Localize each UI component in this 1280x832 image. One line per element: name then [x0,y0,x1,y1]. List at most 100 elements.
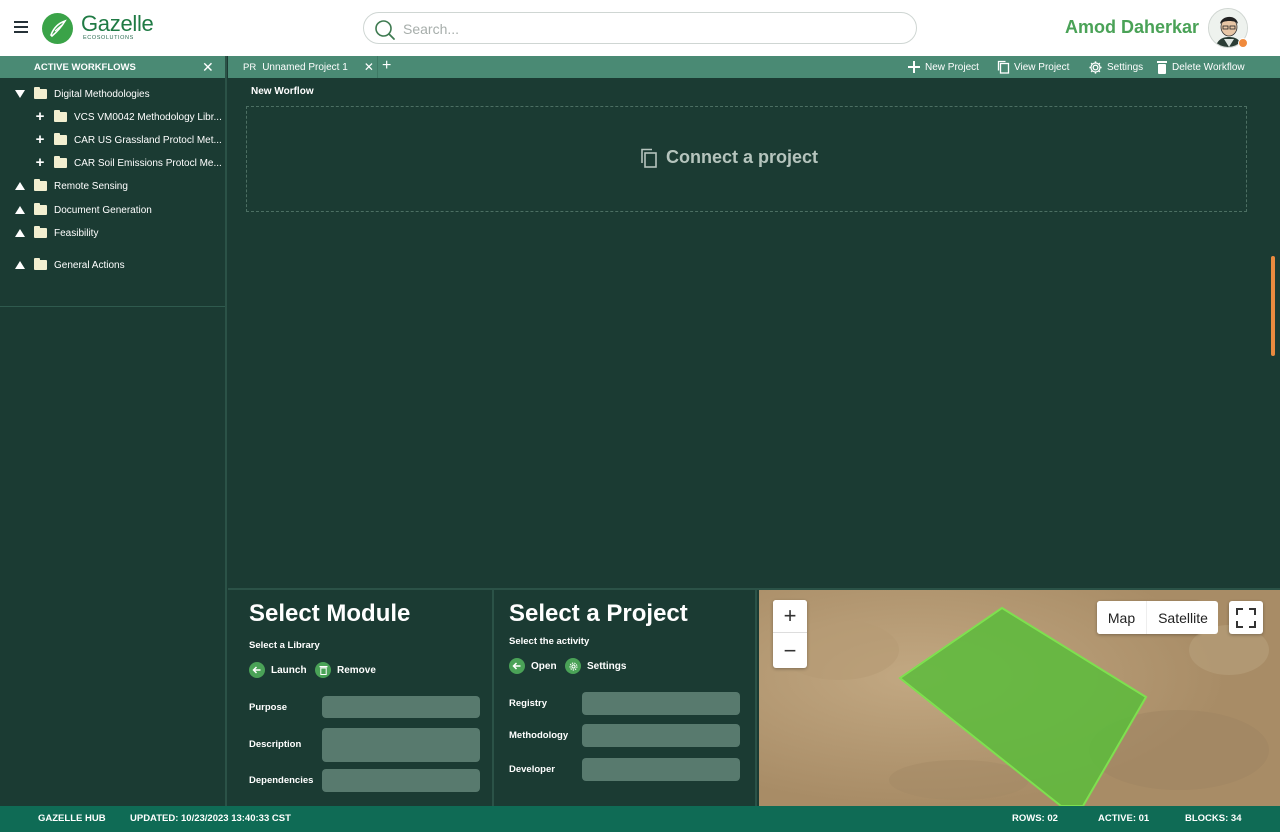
zoom-out-button[interactable]: − [773,634,807,667]
delete-workflow-button[interactable]: Delete Workflow [1156,56,1245,78]
launch-label: Launch [271,664,307,676]
sidebar-header: ACTIVE WORKFLOWS ✕ [0,56,225,78]
copy-icon [641,148,657,168]
project-panel-subtitle: Select the activity [509,636,590,647]
map-type-map-button[interactable]: Map [1097,601,1147,634]
project-panel-title: Select a Project [509,600,688,627]
purpose-field[interactable] [322,696,480,718]
workflow-title: New Worflow [251,86,314,97]
select-project-panel: Select a Project Select the activity Ope… [496,590,757,806]
open-label: Open [531,660,557,672]
satellite-map[interactable]: + − Map Satellite [759,590,1280,806]
new-project-label: New Project [925,61,979,73]
folder-icon [34,87,47,99]
registry-label: Registry [509,698,548,709]
caret-down-icon[interactable] [15,90,25,98]
folder-icon [34,203,47,215]
plus-icon[interactable]: + [35,155,45,170]
sidebar-title: ACTIVE WORKFLOWS [34,62,136,73]
open-button[interactable]: Open [509,658,557,674]
plus-icon[interactable]: + [35,132,45,147]
fullscreen-button[interactable] [1229,601,1263,634]
caret-up-icon[interactable] [15,229,25,237]
methodology-label: Methodology [509,730,569,741]
project-settings-button[interactable]: Settings [565,658,626,674]
trash-icon [1157,61,1167,74]
delete-workflow-label: Delete Workflow [1172,61,1245,73]
sidebar-item-feasibility[interactable]: Feasibility [15,223,98,243]
zoom-in-button[interactable]: + [773,600,807,633]
view-project-label: View Project [1014,61,1070,73]
folder-icon [54,110,67,122]
caret-up-icon[interactable] [15,206,25,214]
sidebar-item-label: VCS VM0042 Methodology Libr... [74,111,222,123]
sidebar-item-general-actions[interactable]: General Actions [15,255,125,275]
sidebar-item-vcs-vm0042[interactable]: + VCS VM0042 Methodology Libr... [35,107,222,127]
registry-field[interactable] [582,692,740,715]
map-type-satellite-button[interactable]: Satellite [1148,601,1218,634]
description-label: Description [249,739,302,750]
fullscreen-icon [1236,607,1256,628]
sidebar-item-label: CAR Soil Emissions Protocl Me... [74,157,222,169]
close-icon[interactable]: ✕ [364,60,374,74]
sidebar-item-digital-methodologies[interactable]: Digital Methodologies [15,84,150,104]
user-name[interactable]: Amod Daherkar [1065,17,1199,38]
project-settings-label: Settings [587,660,627,672]
footer-active: ACTIVE: 01 [1098,813,1150,824]
developer-label: Developer [509,764,555,775]
brand-subtitle: ECOSOLUTIONS [83,35,134,41]
folder-icon [34,226,47,238]
footer-blocks: BLOCKS: 34 [1185,813,1242,824]
dependencies-label: Dependencies [249,775,314,786]
app-header: Gazelle ECOSOLUTIONS Amod Daherkar [0,0,1280,56]
sidebar-item-label: Remote Sensing [54,180,128,192]
search-input[interactable] [403,19,883,39]
plus-icon[interactable]: + [35,109,45,124]
sidebar-item-label: Digital Methodologies [54,88,150,100]
folder-icon [34,179,47,191]
add-tab-plus-icon[interactable]: + [382,58,391,74]
tab-label: Unnamed Project 1 [262,61,348,73]
select-module-panel: Select Module Select a Library Launch Re… [228,590,494,806]
menu-icon[interactable] [14,21,28,33]
settings-button[interactable]: Settings [1088,56,1143,78]
methodology-field[interactable] [582,724,740,747]
search-icon [375,20,395,40]
view-project-button[interactable]: View Project [997,56,1069,78]
sidebar-item-label: CAR US Grassland Protocl Met... [74,134,222,146]
workflow-scrollbar[interactable] [1271,256,1275,356]
launch-button[interactable]: Launch [249,662,307,678]
tab-unnamed-project-1[interactable]: PR Unnamed Project 1 ✕ [228,56,378,78]
sidebar-item-remote-sensing[interactable]: Remote Sensing [15,176,128,196]
sidebar-item-car-grassland[interactable]: + CAR US Grassland Protocl Met... [35,130,222,150]
remove-label: Remove [337,664,376,676]
sidebar-item-document-generation[interactable]: Document Generation [15,200,152,220]
plus-icon [908,61,920,73]
remove-button[interactable]: Remove [315,662,376,678]
folder-icon [34,258,47,270]
search-bar[interactable] [363,12,917,44]
status-footer: GAZELLE HUB UPDATED: 10/23/2023 13:40:33… [0,806,1280,832]
developer-field[interactable] [582,758,740,781]
connect-project-prompt[interactable]: Connect a project [640,147,818,168]
description-field[interactable] [322,728,480,762]
close-icon[interactable]: ✕ [202,60,214,74]
dependencies-field[interactable] [322,769,480,792]
caret-up-icon[interactable] [15,182,25,190]
gazelle-logo-icon [42,13,73,44]
module-panel-title: Select Module [249,600,411,627]
settings-label: Settings [1107,61,1144,73]
new-project-button[interactable]: New Project [907,56,979,78]
sidebar-item-car-soil[interactable]: + CAR Soil Emissions Protocl Me... [35,153,222,173]
copy-icon [997,60,1010,74]
connect-project-dropzone[interactable]: Connect a project [246,106,1247,212]
settings-gear-icon [1089,60,1102,74]
module-panel-subtitle: Select a Library [249,640,320,651]
settings-gear-icon [565,658,581,674]
tab-bar: PR Unnamed Project 1 ✕ + New Project Vie… [228,56,1280,78]
caret-up-icon[interactable] [15,261,25,269]
arrow-left-icon [249,662,265,678]
folder-icon [54,156,67,168]
sidebar-divider [0,306,225,307]
connect-project-text: Connect a project [666,147,819,167]
